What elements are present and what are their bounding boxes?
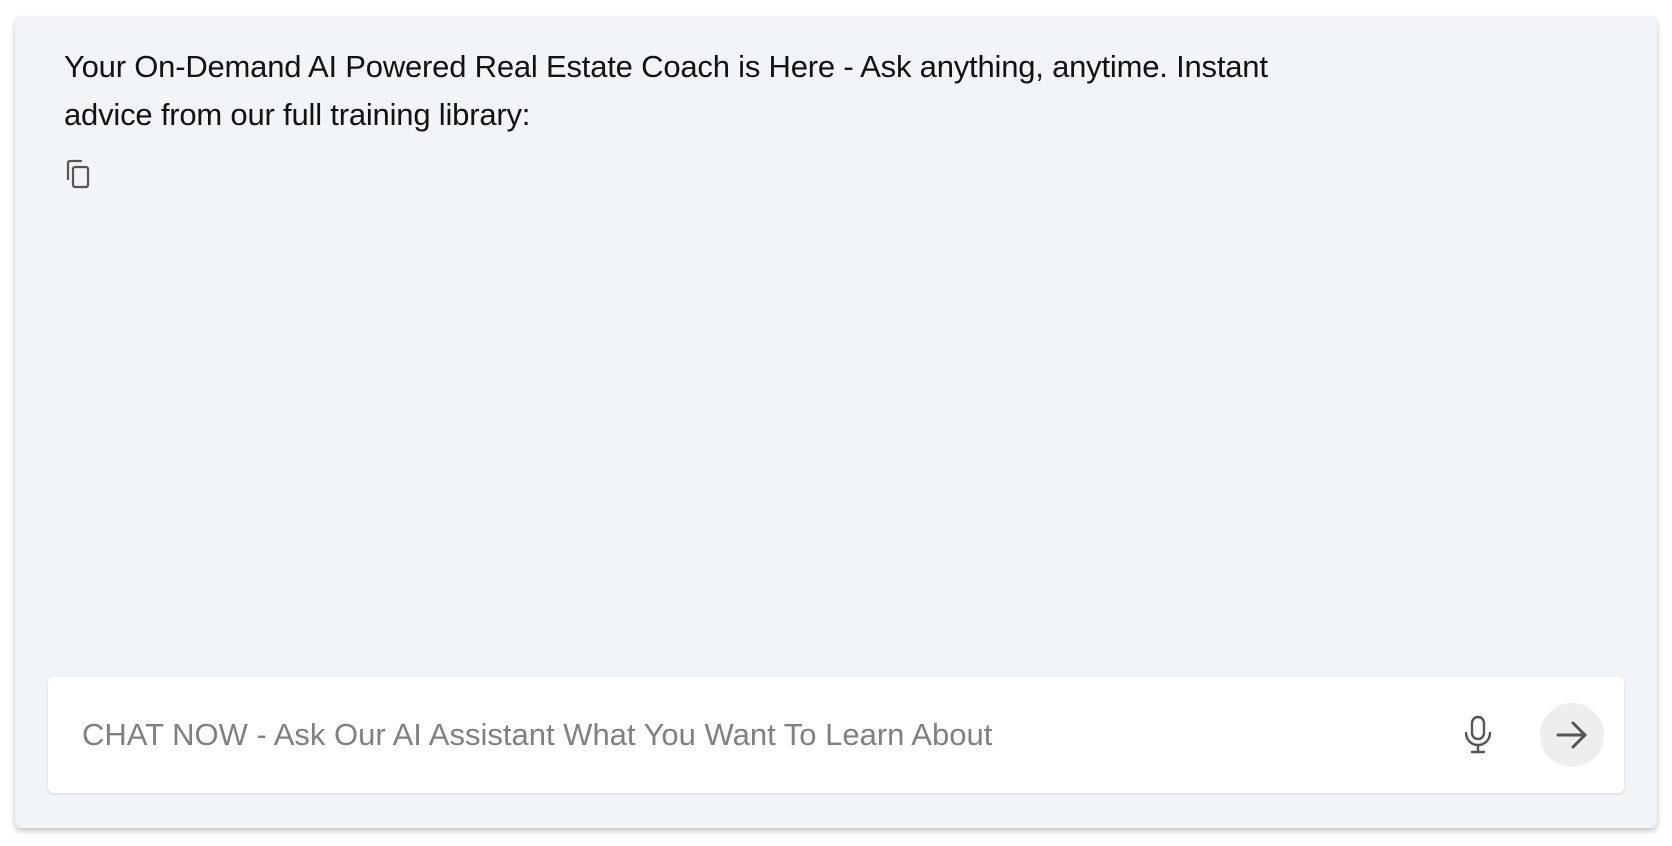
microphone-button[interactable] <box>1458 711 1498 759</box>
chat-input-bar <box>48 677 1624 793</box>
copy-icon <box>66 159 90 189</box>
copy-button[interactable] <box>64 159 98 195</box>
assistant-message-line-2: advice from our full training library: <box>64 97 531 132</box>
arrow-right-icon <box>1556 721 1587 749</box>
microphone-icon <box>1464 715 1492 754</box>
chat-panel: Your On-Demand AI Powered Real Estate Co… <box>15 17 1657 828</box>
send-button[interactable] <box>1540 703 1604 767</box>
assistant-message: Your On-Demand AI Powered Real Estate Co… <box>64 43 1344 139</box>
chat-input[interactable] <box>48 677 1448 793</box>
assistant-message-line-1: Your On-Demand AI Powered Real Estate Co… <box>64 49 1268 84</box>
